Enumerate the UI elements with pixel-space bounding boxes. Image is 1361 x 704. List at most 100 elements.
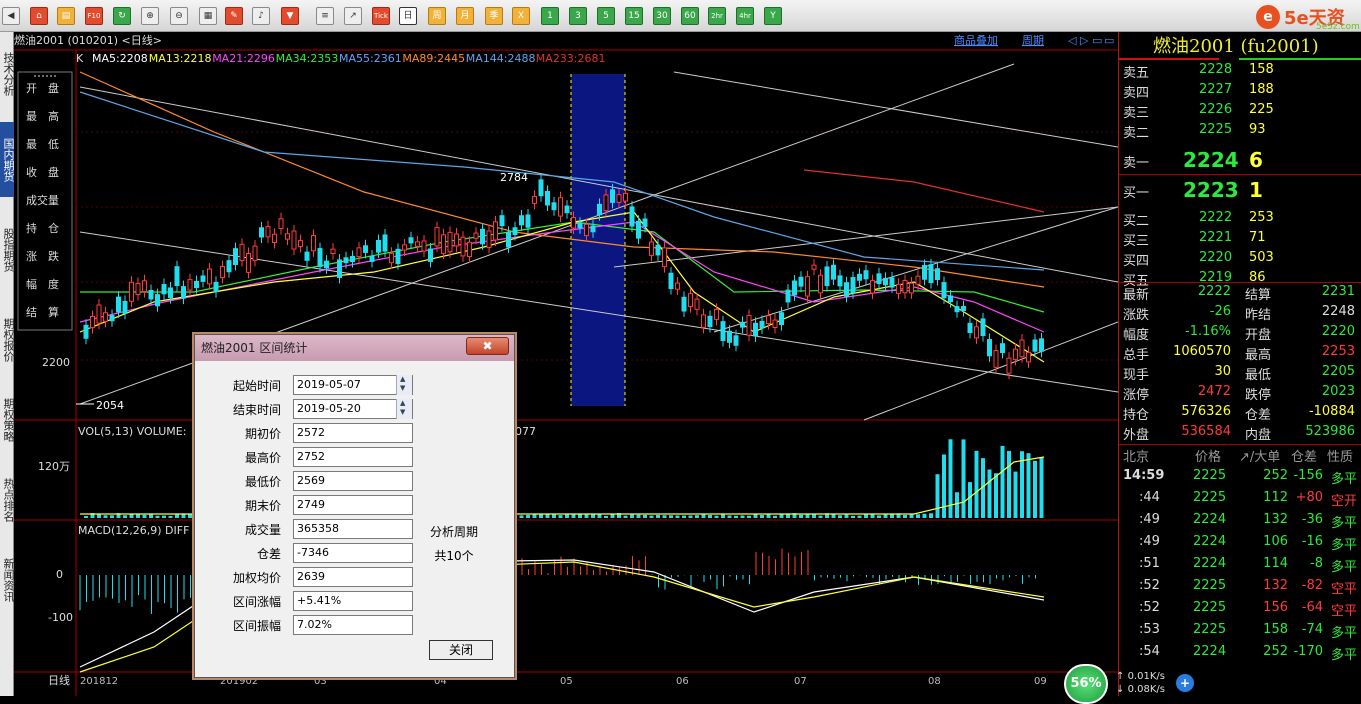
kline-chart[interactable]: 燃油2001 (010201) <日线> 商品叠加 周期 ◁ ▷ ▭ ▭ K MA5:2208 M… [14,32,1119,696]
volume-bar [162,515,166,518]
ask-price: 2224 [1183,148,1239,172]
notebook-icon[interactable]: ▤ [57,7,75,25]
ask-volume: 158 [1249,62,1274,77]
candle [824,266,830,287]
candle [837,275,843,287]
volume-bar [740,515,745,518]
tick-icon[interactable]: Tick [372,7,390,25]
left-tab-1[interactable]: 国内期货 [0,122,15,197]
ask-label: 卖一 [1123,156,1150,171]
zoom-in-icon[interactable]: ⊕ [141,7,159,25]
side-menu-item[interactable]: 开 盘 [26,81,59,95]
period-5min[interactable]: 5 [597,7,615,25]
tick-time: :52 [1139,578,1160,593]
nav-icon[interactable]: ▭ [1104,34,1114,47]
window-icon[interactable]: ▦ [199,7,217,25]
volume-bar [708,514,712,518]
candle [317,248,323,267]
candle [506,231,511,248]
field-value[interactable]: -7346 [293,543,413,563]
period-label: 日线 [48,673,70,687]
zoom-out-icon[interactable]: ⊖ [170,7,188,25]
period-year[interactable]: X [512,7,530,25]
stat-value: 2472 [1197,384,1231,399]
left-tab-3[interactable]: 期权报价 [0,302,15,377]
period-week[interactable]: 周 [428,7,446,25]
close-icon[interactable]: ✖ [466,337,509,355]
side-menu-item[interactable]: 最 低 [26,138,59,151]
ma-prefix: K [76,52,84,65]
period-2hr[interactable]: 2hr [708,7,726,25]
bid-volume: 503 [1249,250,1274,265]
period-3min[interactable]: 3 [569,7,587,25]
field-value[interactable]: 2572 [293,423,413,443]
refresh-icon[interactable]: ↻ [113,7,131,25]
left-tab-0[interactable]: 技术分析 [0,36,15,111]
side-menu-item[interactable]: 最 高 [26,109,59,123]
volume-bar [922,513,927,518]
stat-value: 2222 [1197,284,1231,299]
candle [187,279,193,291]
period-4hr[interactable]: 4hr [736,7,754,25]
field-value[interactable]: 2019-05-07 [293,375,413,395]
field-value[interactable]: 2749 [293,495,413,515]
nav-icon[interactable]: ▷ [1080,34,1089,47]
chart-icon[interactable]: ↗ [344,7,362,25]
add-icon[interactable]: + [1176,674,1194,692]
period-15min[interactable]: 15 [625,7,643,25]
f10-icon[interactable]: F10 [85,7,103,25]
pen-icon[interactable]: ✎ [225,7,243,25]
candle [168,287,173,299]
list-icon[interactable]: ≡ [316,7,334,25]
left-tab-6[interactable]: 新闻资讯 [0,542,15,617]
field-label: 期末价 [244,499,281,513]
side-menu-item[interactable]: 持 仓 [26,221,59,235]
candle [649,241,654,256]
tick-volume: 252 [1263,468,1288,483]
chart-canvas[interactable]: 燃油2001 (010201) <日线> 商品叠加 周期 ◁ ▷ ▭ ▭K MA5:2208 M… [14,32,1119,696]
side-menu-item[interactable]: 涨 跌 [26,249,59,263]
home-icon[interactable]: ⌂ [30,7,48,25]
back-icon[interactable]: ◀ [2,7,20,25]
volume-bar [695,515,699,518]
candle [1039,338,1044,352]
field-value[interactable]: 2752 [293,447,413,467]
link-overlay[interactable]: 商品叠加 [954,33,998,47]
macd-axis-label: -100 [48,611,73,624]
close-button[interactable]: 关闭 [429,640,493,660]
ask-price: 2225 [1199,122,1233,137]
link-period[interactable]: 周期 [1022,34,1044,47]
nav-icon[interactable]: ◁ [1068,34,1077,47]
side-menu-item[interactable]: 收 盘 [26,165,59,179]
left-tab-5[interactable]: 热点排名 [0,462,15,537]
side-menu-item[interactable]: 幅 度 [26,277,59,291]
candle [220,266,225,279]
ma-label: MA34:2353 [276,52,339,65]
left-tab-2[interactable]: 股指期货 [0,212,15,287]
left-sidebar: 技术分析国内期货股指期货期权报价期权策略热点排名新闻资讯 [0,32,15,696]
brush-icon[interactable]: ♪ [252,7,270,25]
field-label: 区间振幅 [232,619,281,633]
nav-icon[interactable]: ▭ [1092,34,1102,47]
spin-icon[interactable] [396,375,412,395]
spin-icon[interactable] [396,399,412,419]
period-month[interactable]: 月 [456,7,474,25]
side-menu-item[interactable]: 成交量 [26,193,59,207]
field-value[interactable]: 365358 [293,519,413,539]
period-y[interactable]: Y [764,7,782,25]
period-1min[interactable]: 1 [541,7,559,25]
bid-price: 2220 [1199,250,1233,265]
period-day[interactable]: 日 [399,7,417,25]
side-menu-item[interactable]: 结 算 [26,305,59,319]
period-30min[interactable]: 30 [653,7,671,25]
field-value[interactable]: +5.41% [293,591,413,611]
period-60min[interactable]: 60 [681,7,699,25]
field-value[interactable]: 2569 [293,471,413,491]
left-tab-4[interactable]: 期权策略 [0,382,15,457]
field-value[interactable]: 7.02% [293,615,413,635]
period-season[interactable]: 季 [485,7,503,25]
ma-label: MA5:2208 [92,52,148,65]
filter-icon[interactable]: ▼ [281,7,299,25]
field-value[interactable]: 2639 [293,567,413,587]
field-value[interactable]: 2019-05-20 [293,399,413,419]
